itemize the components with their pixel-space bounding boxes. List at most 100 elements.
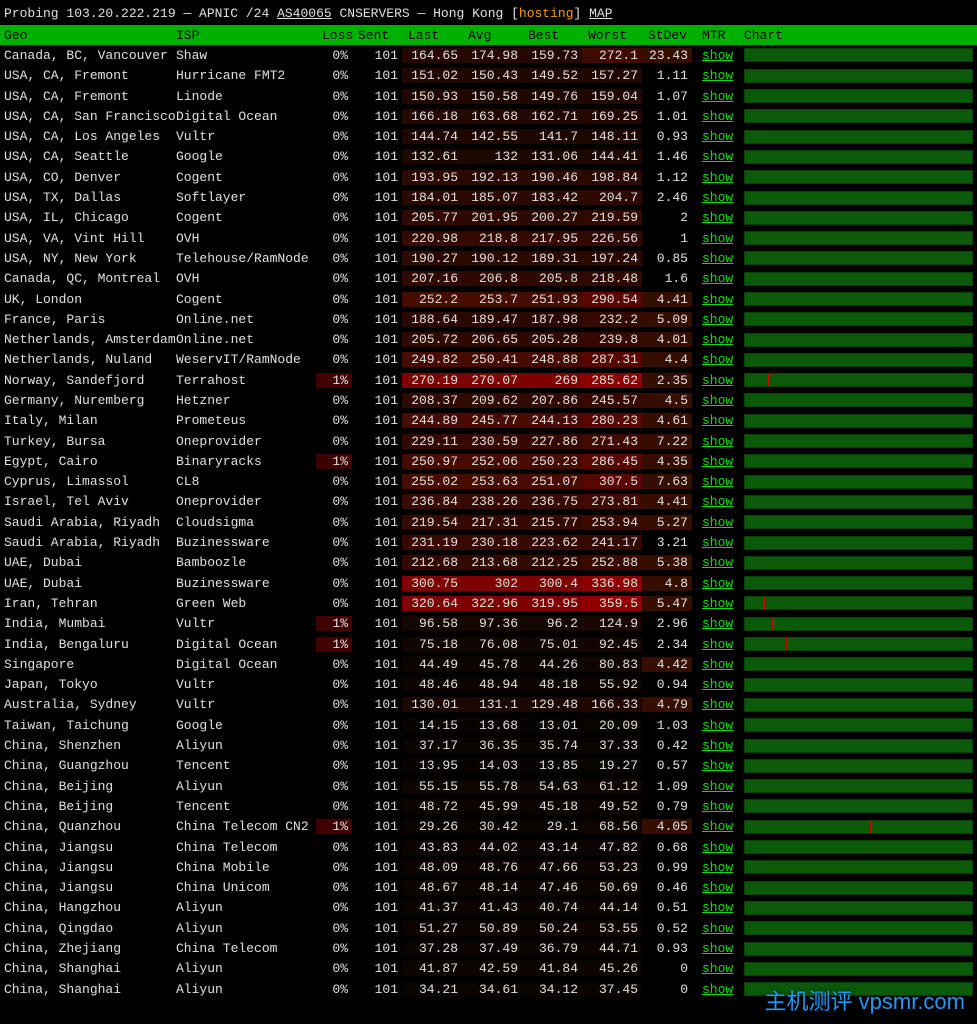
map-link[interactable]: MAP: [589, 6, 612, 21]
cell-last: 48.46: [402, 677, 462, 692]
cell-mtr: show: [692, 210, 742, 225]
cell-best: 189.31: [522, 251, 582, 266]
cell-geo: Germany, Nuremberg: [4, 393, 176, 408]
cell-loss: 0%: [316, 596, 352, 611]
cell-worst: 197.24: [582, 251, 642, 266]
table-row: France, ParisOnline.net0%101188.64189.47…: [0, 309, 977, 329]
cell-isp: Digital Ocean: [176, 637, 316, 652]
cell-last: 41.37: [402, 900, 462, 915]
cell-best: 236.75: [522, 494, 582, 509]
cell-worst: 218.48: [582, 271, 642, 286]
mtr-show-link[interactable]: show: [702, 758, 733, 773]
mtr-show-link[interactable]: show: [702, 535, 733, 550]
mtr-show-link[interactable]: show: [702, 880, 733, 895]
cell-best: 141.7: [522, 129, 582, 144]
mtr-show-link[interactable]: show: [702, 332, 733, 347]
mtr-show-link[interactable]: show: [702, 149, 733, 164]
cell-mtr: show: [692, 697, 742, 712]
latency-sparkline: [744, 556, 973, 570]
mtr-show-link[interactable]: show: [702, 819, 733, 834]
cell-last: 130.01: [402, 697, 462, 712]
cell-sent: 101: [352, 576, 402, 591]
table-row: UAE, DubaiBuzinessware0%101300.75302300.…: [0, 573, 977, 593]
mtr-show-link[interactable]: show: [702, 251, 733, 266]
mtr-show-link[interactable]: show: [702, 190, 733, 205]
latency-sparkline: [744, 515, 973, 529]
mtr-show-link[interactable]: show: [702, 799, 733, 814]
asn-link[interactable]: AS40065: [277, 6, 332, 21]
mtr-show-link[interactable]: show: [702, 697, 733, 712]
mtr-show-link[interactable]: show: [702, 576, 733, 591]
cell-mtr: show: [692, 718, 742, 733]
cell-mtr: show: [692, 474, 742, 489]
cell-worst: 49.52: [582, 799, 642, 814]
cell-isp: China Telecom: [176, 840, 316, 855]
mtr-show-link[interactable]: show: [702, 840, 733, 855]
mtr-show-link[interactable]: show: [702, 68, 733, 83]
mtr-show-link[interactable]: show: [702, 860, 733, 875]
col-worst: Worst: [582, 28, 642, 43]
table-row: Canada, BC, VancouverShaw0%101164.65174.…: [0, 45, 977, 65]
mtr-show-link[interactable]: show: [702, 210, 733, 225]
latency-sparkline: [744, 393, 973, 407]
mtr-show-link[interactable]: show: [702, 454, 733, 469]
mtr-show-link[interactable]: show: [702, 292, 733, 307]
cell-chart: [742, 106, 977, 126]
cell-best: 190.46: [522, 170, 582, 185]
mtr-show-link[interactable]: show: [702, 677, 733, 692]
cell-chart: [742, 228, 977, 248]
mtr-show-link[interactable]: show: [702, 271, 733, 286]
latency-sparkline: [744, 434, 973, 448]
mtr-show-link[interactable]: show: [702, 89, 733, 104]
mtr-show-link[interactable]: show: [702, 941, 733, 956]
mtr-show-link[interactable]: show: [702, 373, 733, 388]
mtr-show-link[interactable]: show: [702, 413, 733, 428]
mtr-show-link[interactable]: show: [702, 738, 733, 753]
mtr-show-link[interactable]: show: [702, 109, 733, 124]
mtr-show-link[interactable]: show: [702, 393, 733, 408]
cell-best: 129.48: [522, 697, 582, 712]
cell-stdev: 23.43: [642, 48, 692, 63]
col-best: Best: [522, 28, 582, 43]
mtr-show-link[interactable]: show: [702, 170, 733, 185]
cell-loss: 0%: [316, 474, 352, 489]
cell-stdev: 5.47: [642, 596, 692, 611]
cell-mtr: show: [692, 555, 742, 570]
mtr-show-link[interactable]: show: [702, 312, 733, 327]
mtr-show-link[interactable]: show: [702, 434, 733, 449]
cell-loss: 0%: [316, 515, 352, 530]
cell-geo: Netherlands, Amsterdam: [4, 332, 176, 347]
cell-loss: 0%: [316, 697, 352, 712]
mtr-show-link[interactable]: show: [702, 555, 733, 570]
mtr-show-link[interactable]: show: [702, 961, 733, 976]
mtr-show-link[interactable]: show: [702, 515, 733, 530]
mtr-show-link[interactable]: show: [702, 129, 733, 144]
cell-mtr: show: [692, 779, 742, 794]
mtr-show-link[interactable]: show: [702, 231, 733, 246]
latency-sparkline: [744, 536, 973, 550]
latency-sparkline: [744, 718, 973, 732]
mtr-show-link[interactable]: show: [702, 657, 733, 672]
mtr-show-link[interactable]: show: [702, 718, 733, 733]
mtr-show-link[interactable]: show: [702, 900, 733, 915]
mtr-show-link[interactable]: show: [702, 48, 733, 63]
latency-sparkline: [744, 292, 973, 306]
latency-sparkline: [744, 475, 973, 489]
mtr-show-link[interactable]: show: [702, 616, 733, 631]
mtr-show-link[interactable]: show: [702, 474, 733, 489]
mtr-show-link[interactable]: show: [702, 352, 733, 367]
cell-last: 29.26: [402, 819, 462, 834]
cell-avg: 217.31: [462, 515, 522, 530]
mtr-show-link[interactable]: show: [702, 637, 733, 652]
cell-loss: 0%: [316, 312, 352, 327]
latency-sparkline: [744, 231, 973, 245]
mtr-show-link[interactable]: show: [702, 779, 733, 794]
mtr-show-link[interactable]: show: [702, 921, 733, 936]
mtr-show-link[interactable]: show: [702, 982, 733, 997]
cell-sent: 101: [352, 637, 402, 652]
cell-chart: [742, 715, 977, 735]
mtr-show-link[interactable]: show: [702, 596, 733, 611]
mtr-show-link[interactable]: show: [702, 494, 733, 509]
latency-sparkline: [744, 739, 973, 753]
cell-sent: 101: [352, 231, 402, 246]
